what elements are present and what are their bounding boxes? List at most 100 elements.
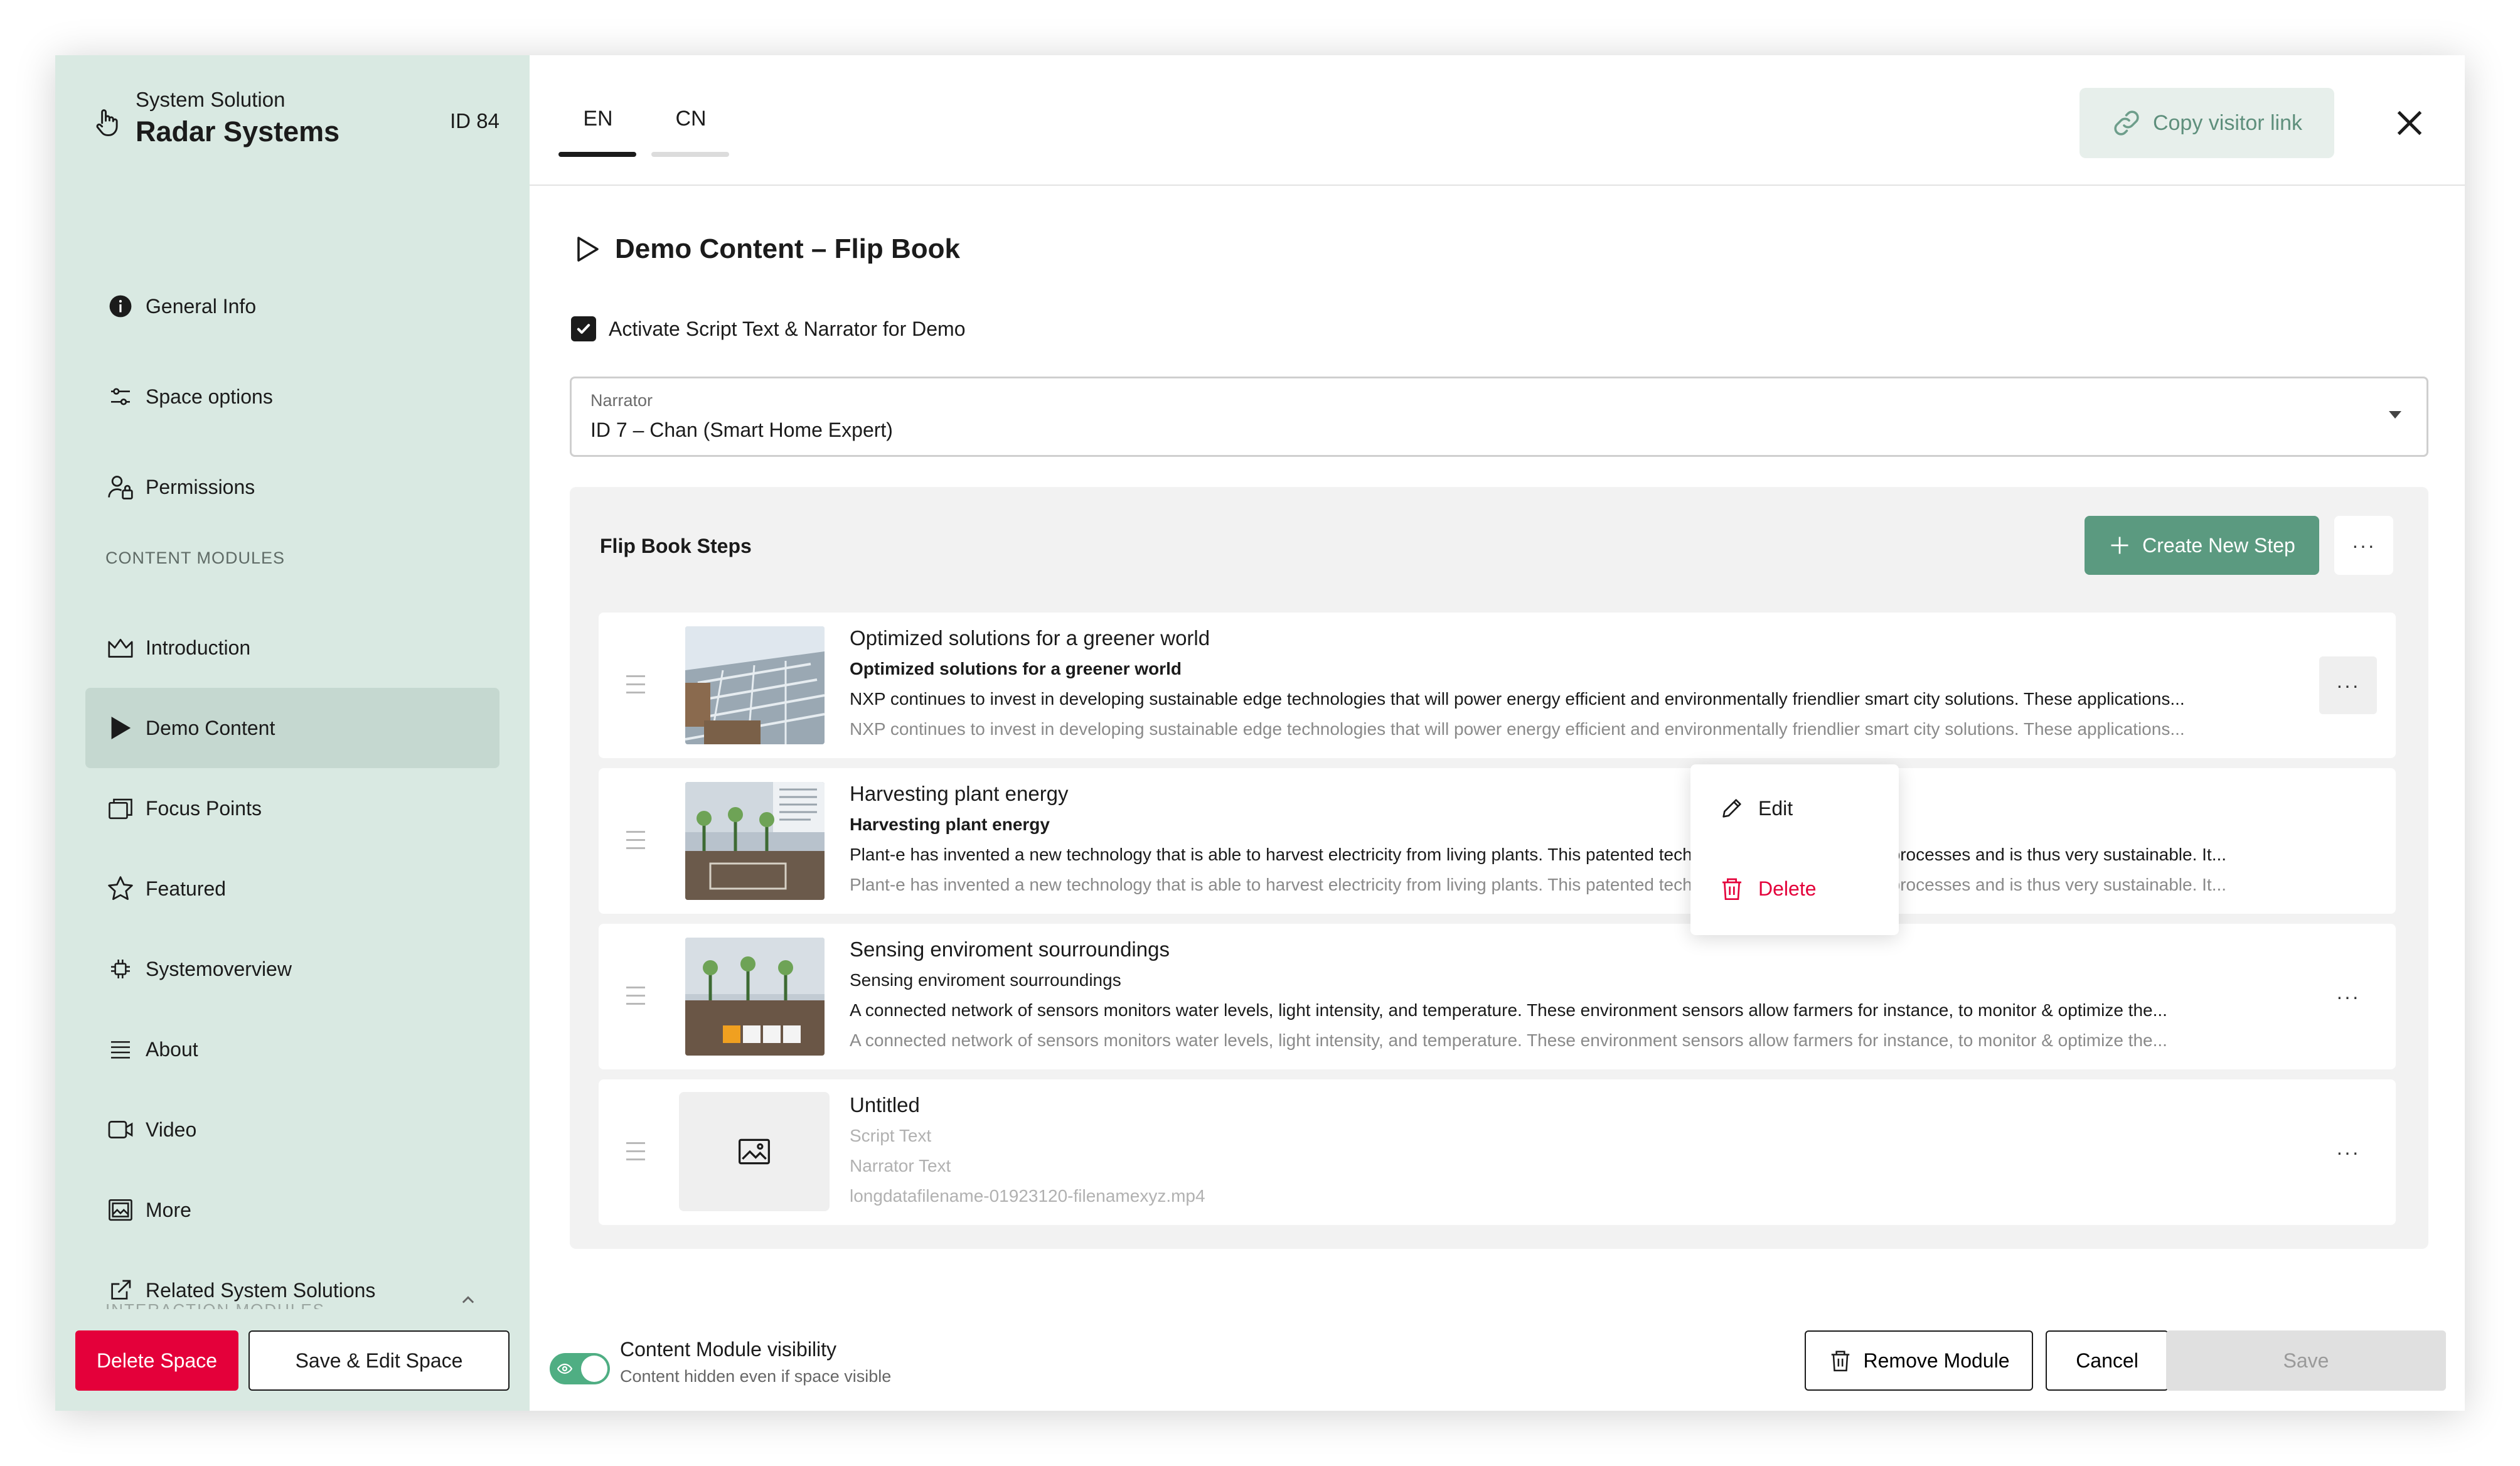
step-thumbnail <box>685 938 825 1056</box>
link-icon <box>2114 110 2139 136</box>
step-narrator-text: Plant-e has invented a new technology th… <box>850 875 2227 894</box>
sidebar-item-related-system-solutions[interactable]: Related System Solutions <box>85 1250 499 1330</box>
remove-module-button[interactable]: Remove Module <box>1805 1330 2033 1391</box>
sidebar-item-label: Featured <box>146 877 227 900</box>
create-new-step-label: Create New Step <box>2142 533 2295 557</box>
narrator-select-label: Narrator <box>590 391 653 410</box>
sidebar-item-focus-points[interactable]: Focus Points <box>85 768 499 848</box>
step-subtitle: Harvesting plant energy <box>850 815 1050 834</box>
space-title: Radar Systems <box>136 115 340 147</box>
sidebar-item-featured[interactable]: Featured <box>85 848 499 929</box>
sidebar-item-permissions[interactable]: Permissions <box>85 447 499 527</box>
crown-icon <box>107 634 134 661</box>
step-more-button[interactable]: ··· <box>2319 968 2377 1025</box>
bottom-bar: Content Module visibility Content hidden… <box>530 1310 2465 1411</box>
step-more-button[interactable]: ··· <box>2319 1123 2377 1181</box>
sidebar-item-systemoverview[interactable]: Systemoverview <box>85 929 499 1009</box>
narrator-select[interactable]: Narrator ID 7 – Chan (Smart Home Expert) <box>570 377 2428 457</box>
step-row[interactable]: Optimized solutions for a greener world … <box>599 613 2396 758</box>
sliders-icon <box>107 383 134 410</box>
step-row[interactable]: Harvesting plant energy Harvesting plant… <box>599 768 2396 914</box>
star-icon <box>107 875 134 902</box>
flip-book-steps-panel: Flip Book Steps Create New Step ··· Opti… <box>570 487 2428 1249</box>
delete-space-button[interactable]: Delete Space <box>75 1330 238 1391</box>
step-narrator-text: longdatafilename-01923120-filenamexyz.mp… <box>850 1186 1205 1206</box>
drag-handle-icon[interactable] <box>626 675 645 698</box>
remove-module-label: Remove Module <box>1863 1349 2010 1372</box>
section-heading: Demo Content – Flip Book <box>575 233 960 265</box>
tab-en-indicator <box>558 152 636 157</box>
pencil-icon <box>1722 799 1741 818</box>
sidebar-item-label: Focus Points <box>146 796 262 820</box>
menu-item-edit-label: Edit <box>1758 796 1793 820</box>
sidebar-item-introduction[interactable]: Introduction <box>85 607 499 688</box>
visibility-toggle[interactable] <box>550 1353 610 1384</box>
close-icon[interactable] <box>2391 104 2428 142</box>
menu-item-delete[interactable]: Delete <box>1719 876 1817 901</box>
sidebar-item-label: About <box>146 1037 198 1061</box>
space-type-label: System Solution <box>136 88 286 111</box>
trash-icon <box>1722 878 1741 900</box>
flip-book-steps-title: Flip Book Steps <box>600 535 752 557</box>
drag-handle-icon[interactable] <box>626 987 645 1009</box>
sidebar-item-label: Permissions <box>146 475 255 498</box>
step-row[interactable]: Untitled Script Text Narrator Text longd… <box>599 1079 2396 1225</box>
sidebar-item-demo-content[interactable]: Demo Content <box>85 688 499 768</box>
activate-script-checkbox[interactable] <box>571 316 596 341</box>
menu-item-edit[interactable]: Edit <box>1719 796 1793 821</box>
step-thumbnail <box>685 626 825 744</box>
sidebar-item-label: Video <box>146 1118 197 1141</box>
drag-handle-icon[interactable] <box>626 831 645 853</box>
step-subtitle: Script Text <box>850 1126 932 1145</box>
step-narrator-text: A connected network of sensors monitors … <box>850 1030 2167 1050</box>
step-thumbnail <box>685 782 825 900</box>
sidebar: System Solution Radar Systems ID 84 Gene… <box>55 55 530 1411</box>
toggle-knob <box>581 1356 607 1382</box>
step-subtitle: Optimized solutions for a greener world <box>850 659 1182 678</box>
caret-down-icon <box>2389 411 2401 419</box>
play-icon <box>107 714 134 742</box>
section-title: Demo Content – Flip Book <box>615 233 960 264</box>
chevron-up-icon[interactable] <box>459 1292 477 1309</box>
tab-cn[interactable]: CN <box>653 107 729 131</box>
step-script-text: A connected network of sensors monitors … <box>850 1000 2167 1020</box>
video-icon <box>107 1116 134 1143</box>
sidebar-header: System Solution Radar Systems ID 84 <box>55 55 530 181</box>
step-script-text: Narrator Text <box>850 1156 951 1175</box>
tab-en[interactable]: EN <box>560 107 636 131</box>
step-thumbnail-placeholder[interactable] <box>679 1092 830 1211</box>
sidebar-item-general-info[interactable]: General Info <box>85 266 499 346</box>
check-icon <box>577 324 590 334</box>
play-outline-icon <box>577 237 599 262</box>
trash-icon <box>1831 1351 1849 1372</box>
activate-script-checkbox-row[interactable]: Activate Script Text & Narrator for Demo <box>571 316 965 341</box>
eye-icon <box>557 1363 572 1374</box>
step-more-button[interactable]: ··· <box>2319 656 2377 714</box>
sidebar-item-about[interactable]: About <box>85 1009 499 1089</box>
step-row[interactable]: Sensing enviroment sourroundings Sensing… <box>599 924 2396 1069</box>
save-button[interactable]: Save <box>2166 1330 2446 1391</box>
copy-visitor-link-label: Copy visitor link <box>2152 110 2303 135</box>
activate-script-label: Activate Script Text & Narrator for Demo <box>609 317 966 340</box>
sidebar-item-more[interactable]: More <box>85 1170 499 1250</box>
drag-handle-icon[interactable] <box>626 1142 645 1165</box>
step-title: Optimized solutions for a greener world <box>850 626 1210 650</box>
sidebar-item-video[interactable]: Video <box>85 1089 499 1170</box>
tab-cn-indicator <box>651 152 729 157</box>
copy-visitor-link-button[interactable]: Copy visitor link <box>2080 88 2334 158</box>
main-panel: EN CN Copy visitor link Demo Content – F… <box>530 55 2465 1411</box>
list-icon <box>107 1035 134 1063</box>
top-bar: EN CN Copy visitor link <box>530 55 2465 186</box>
create-new-step-button[interactable]: Create New Step <box>2085 516 2319 575</box>
steps-more-button[interactable]: ··· <box>2334 516 2393 575</box>
sidebar-item-label: Related System Solutions <box>146 1278 376 1302</box>
hand-pointer-icon <box>96 109 118 136</box>
step-script-text: Plant-e has invented a new technology th… <box>850 845 2227 864</box>
sidebar-item-label: Space options <box>146 385 273 408</box>
sidebar-item-space-options[interactable]: Space options <box>85 356 499 437</box>
sidebar-section-label: CONTENT MODULES <box>105 548 286 567</box>
cancel-button[interactable]: Cancel <box>2046 1330 2169 1391</box>
plus-icon <box>2111 537 2128 554</box>
space-id: ID 84 <box>450 109 499 132</box>
save-edit-space-button[interactable]: Save & Edit Space <box>248 1330 510 1391</box>
